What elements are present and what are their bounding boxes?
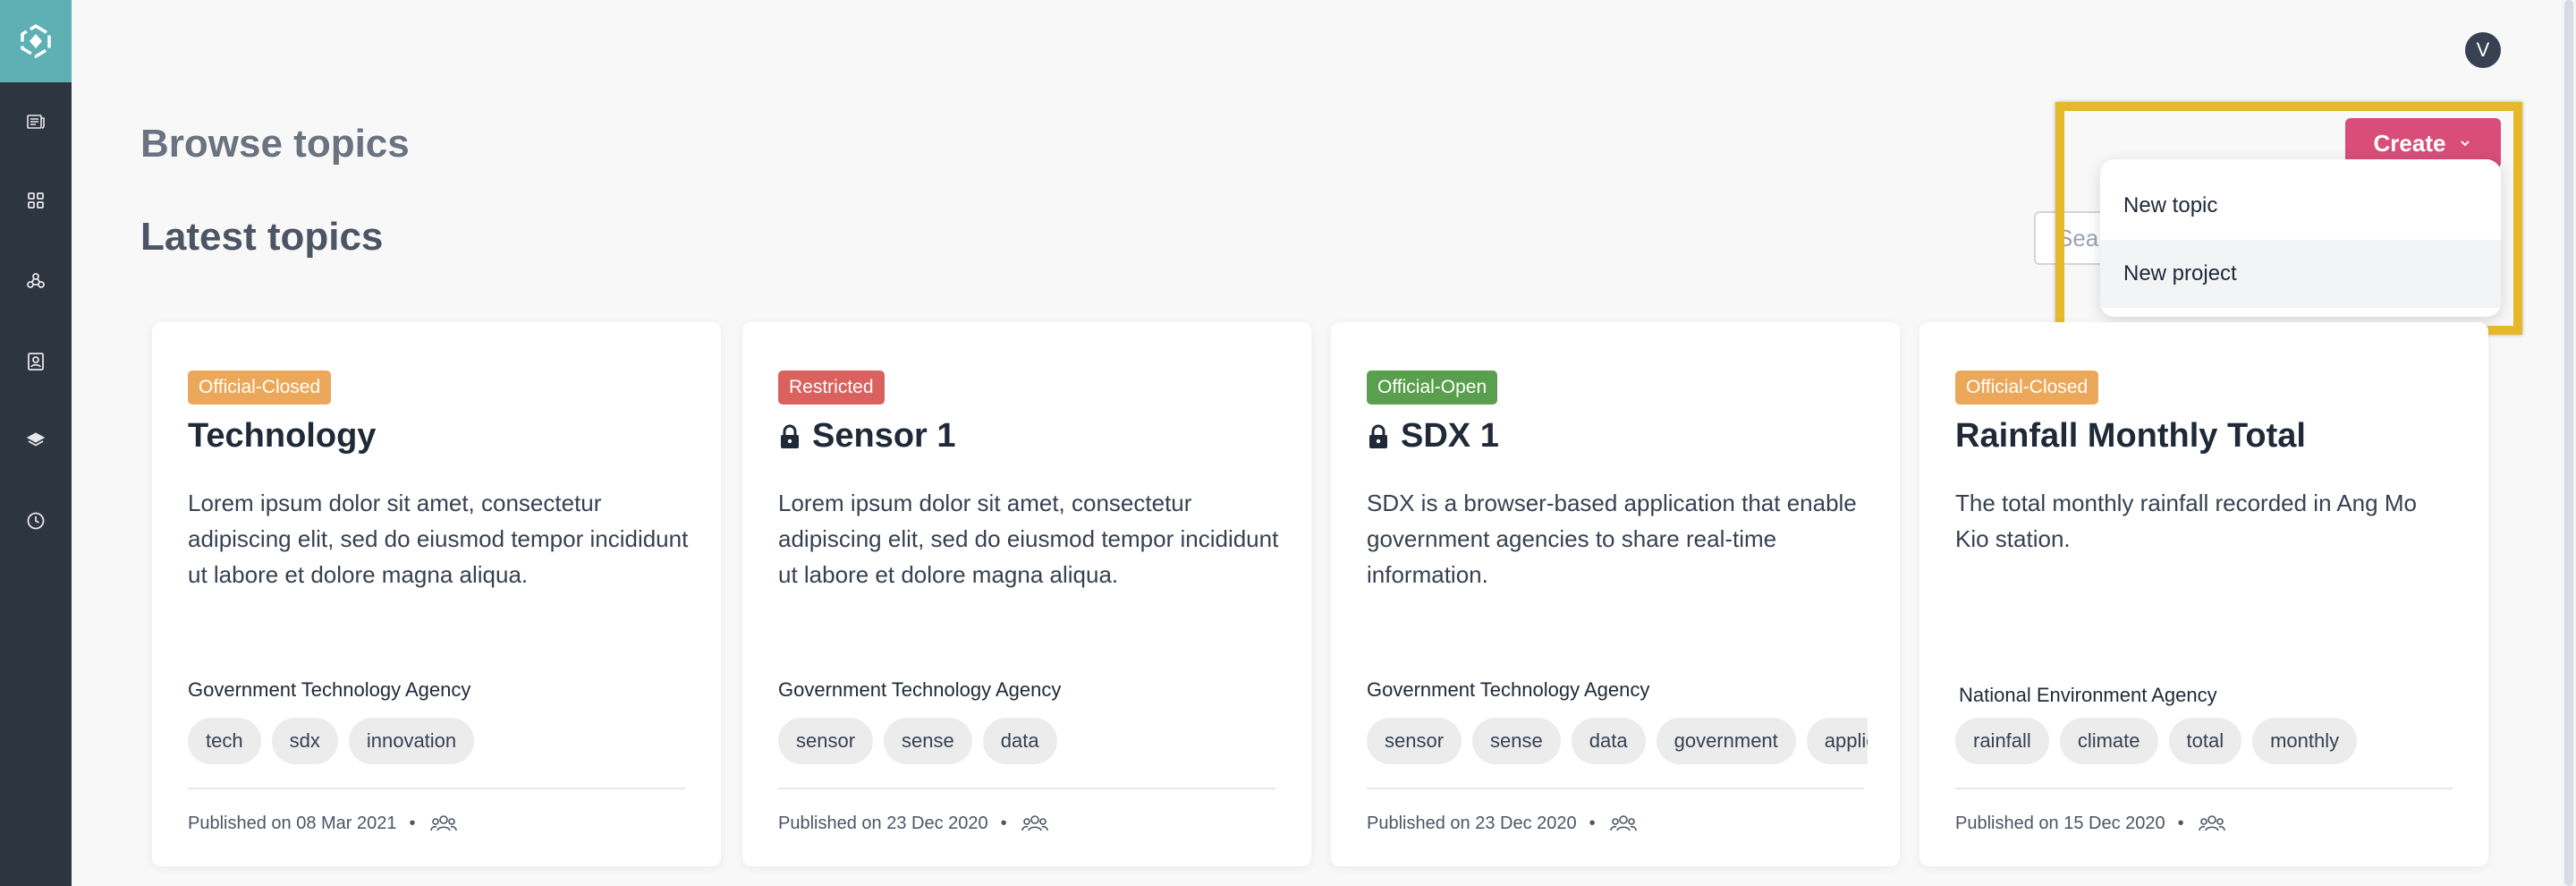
tag[interactable]: total: [2168, 718, 2242, 764]
card-divider: [1955, 788, 2453, 789]
card-agency: National Environment Agency: [1959, 684, 2217, 706]
tag[interactable]: government: [1656, 718, 1796, 764]
card-divider: [188, 788, 685, 789]
sidebar-item-history[interactable]: [0, 494, 72, 548]
logo-icon: [21, 23, 51, 59]
topic-card[interactable]: Official-Closed Rainfall Monthly Total T…: [1919, 322, 2488, 866]
card-footer: Published on 15 Dec 2020 •: [1955, 813, 2227, 834]
scrollbar-thumb[interactable]: [2564, 0, 2573, 886]
clock-icon: [27, 512, 45, 530]
card-title[interactable]: Rainfall Monthly Total: [1955, 417, 2306, 456]
sidebar: [0, 0, 72, 886]
card-title[interactable]: SDX 1: [1367, 417, 1499, 456]
tag[interactable]: data: [1571, 718, 1646, 764]
sidebar-item-news[interactable]: [0, 95, 72, 149]
lock-icon: [1369, 424, 1387, 448]
card-divider: [778, 788, 1275, 789]
bullet-separator: •: [409, 813, 416, 833]
tag[interactable]: data: [982, 718, 1057, 764]
tag[interactable]: rainfall: [1955, 718, 2049, 764]
topic-card[interactable]: Official-Open SDX 1 SDX is a browser-bas…: [1331, 322, 1900, 866]
classification-badge: Official-Closed: [1955, 371, 2099, 405]
create-dropdown-menu: New topic New project: [2100, 159, 2501, 317]
card-agency: Government Technology Agency: [188, 678, 471, 701]
card-agency: Government Technology Agency: [778, 678, 1062, 701]
card-footer: Published on 23 Dec 2020 •: [1367, 813, 1639, 834]
sidebar-item-layers[interactable]: [0, 413, 72, 467]
published-date: Published on 15 Dec 2020: [1955, 813, 2165, 833]
layers-icon: [26, 432, 46, 447]
newspaper-icon: [27, 115, 45, 129]
tag-list: rainfall climate total monthly: [1955, 718, 2456, 764]
tag[interactable]: climate: [2059, 718, 2158, 764]
tag[interactable]: sensor: [1367, 718, 1462, 764]
bullet-separator: •: [1000, 813, 1007, 833]
tag[interactable]: innovation: [348, 718, 475, 764]
scrollbar[interactable]: [2562, 0, 2576, 886]
tag-list: sensor sense data: [778, 718, 1279, 764]
tag-list: tech sdx innovation: [188, 718, 689, 764]
card-agency: Government Technology Agency: [1367, 678, 1650, 701]
chevron-down-icon: [2461, 141, 2470, 147]
sidebar-item-network[interactable]: [0, 254, 72, 308]
group-icon: [429, 815, 457, 831]
user-avatar[interactable]: V: [2465, 32, 2501, 68]
app-logo[interactable]: [0, 0, 72, 82]
card-footer: Published on 23 Dec 2020 •: [778, 813, 1050, 834]
tag[interactable]: application: [1806, 718, 1868, 764]
topic-card[interactable]: Official-Closed Technology Lorem ipsum d…: [152, 322, 721, 866]
sidebar-item-dashboard[interactable]: [0, 174, 72, 227]
card-divider: [1367, 788, 1864, 789]
topic-card[interactable]: Restricted Sensor 1 Lorem ipsum dolor si…: [742, 322, 1311, 866]
card-description: Lorem ipsum dolor sit amet, consectetur …: [188, 490, 689, 588]
network-icon: [27, 273, 45, 288]
section-title: Latest topics: [140, 215, 384, 259]
bullet-separator: •: [1589, 813, 1596, 833]
tag[interactable]: monthly: [2252, 718, 2358, 764]
page-title: Browse topics: [140, 122, 410, 166]
card-title-text: Rainfall Monthly Total: [1955, 417, 2306, 455]
bullet-separator: •: [2177, 813, 2184, 833]
group-icon: [1609, 815, 1637, 831]
lock-icon: [781, 424, 799, 448]
tag[interactable]: sense: [1472, 718, 1561, 764]
contact-card-icon: [28, 353, 44, 371]
card-description: The total monthly rainfall recorded in A…: [1955, 490, 2417, 552]
card-title-text: Technology: [188, 417, 377, 455]
card-title-text: Sensor 1: [812, 417, 956, 455]
card-title[interactable]: Technology: [188, 417, 376, 456]
classification-badge: Restricted: [778, 371, 885, 405]
card-title[interactable]: Sensor 1: [778, 417, 956, 456]
menu-item-new-project[interactable]: New project: [2100, 240, 2501, 308]
create-button-label: Create: [2373, 129, 2446, 157]
published-date: Published on 23 Dec 2020: [1367, 813, 1577, 833]
tag[interactable]: sense: [884, 718, 972, 764]
tag-list: sensor sense data government application: [1367, 718, 1868, 764]
card-title-text: SDX 1: [1401, 417, 1499, 455]
classification-badge: Official-Open: [1367, 371, 1498, 405]
menu-item-new-topic[interactable]: New topic: [2100, 172, 2501, 240]
published-date: Published on 08 Mar 2021: [188, 813, 397, 833]
group-icon: [2198, 815, 2225, 831]
published-date: Published on 23 Dec 2020: [778, 813, 988, 833]
group-icon: [1021, 815, 1048, 831]
tag[interactable]: tech: [188, 718, 261, 764]
card-description: Lorem ipsum dolor sit amet, consectetur …: [778, 490, 1279, 588]
tag[interactable]: sdx: [271, 718, 338, 764]
sidebar-item-contacts[interactable]: [0, 335, 72, 388]
card-footer: Published on 08 Mar 2021 •: [188, 813, 459, 834]
classification-badge: Official-Closed: [188, 371, 332, 405]
tag[interactable]: sensor: [778, 718, 874, 764]
card-description: SDX is a browser-based application that …: [1367, 490, 1857, 588]
grid-icon: [28, 192, 44, 209]
